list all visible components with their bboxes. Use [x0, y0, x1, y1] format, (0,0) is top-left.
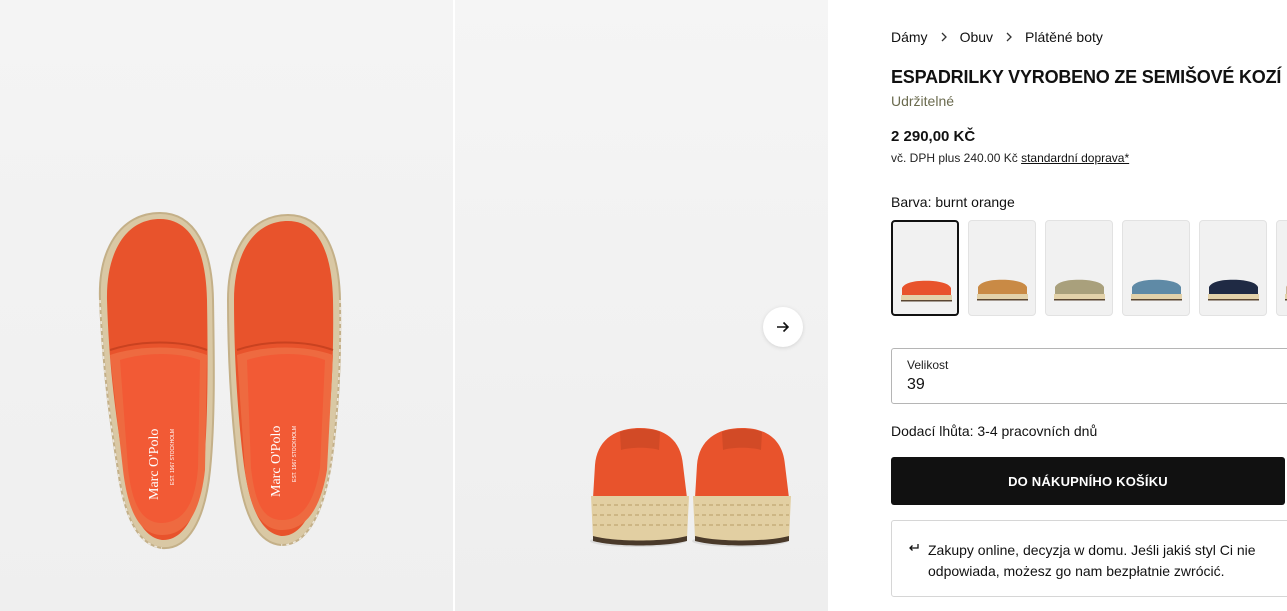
color-swatch-burnt-orange[interactable]	[891, 220, 959, 316]
breadcrumb: Dámy Obuv Plátěné boty	[891, 29, 1103, 45]
swatch-shoe-image	[1285, 285, 1287, 301]
returns-text: Zakupy online, decyzja w domu. Jeśli jak…	[928, 542, 1256, 579]
vat-text: vč. DPH plus 240.00 Kč	[891, 151, 1018, 165]
product-page: Marc O'Polo EST. 1967 STOCKHOLM Marc O'P…	[0, 0, 1287, 611]
chevron-right-icon	[928, 32, 960, 42]
swatch-shoe-image	[1208, 279, 1259, 301]
size-label: Velikost	[907, 358, 949, 372]
product-info: Dámy Obuv Plátěné boty ESPADRILKY VYROBE…	[891, 0, 1287, 611]
color-swatch-blue[interactable]	[1122, 220, 1190, 316]
breadcrumb-item-damy[interactable]: Dámy	[891, 29, 928, 45]
swatch-shoe-image	[977, 279, 1028, 301]
insole-brand-left: Marc O'Polo	[147, 429, 162, 500]
swatch-shoe-image	[1131, 279, 1182, 301]
return-arrow-icon	[908, 540, 928, 596]
breadcrumb-item-obuv[interactable]: Obuv	[960, 29, 993, 45]
color-swatches	[891, 220, 1287, 316]
breadcrumb-item-platene-boty[interactable]: Plátěné boty	[1025, 29, 1103, 45]
delivery-time: Dodací lhůta: 3-4 pracovních dnů	[891, 423, 1098, 439]
color-swatch-olive[interactable]	[1045, 220, 1113, 316]
insole-brand-right: Marc O'Polo	[269, 426, 284, 497]
product-gallery: Marc O'Polo EST. 1967 STOCKHOLM Marc O'P…	[0, 0, 828, 611]
color-label: Barva: burnt orange	[891, 194, 1015, 210]
returns-info: Zakupy online, decyzja w domu. Jeśli jak…	[891, 520, 1287, 597]
right-shoe: Marc O'Polo EST. 1967 STOCKHOLM	[226, 213, 342, 547]
insole-sub-right: EST. 1967 STOCKHOLM	[292, 426, 298, 482]
vat-note: vč. DPH plus 240.00 Kč standardní doprav…	[891, 151, 1129, 165]
insole-sub-left: EST. 1967 STOCKHOLM	[170, 429, 176, 485]
product-image-back-view	[455, 0, 828, 611]
product-image-top-view: Marc O'Polo EST. 1967 STOCKHOLM Marc O'P…	[0, 0, 453, 611]
chevron-right-icon	[993, 32, 1025, 42]
color-swatch-tan[interactable]	[968, 220, 1036, 316]
left-shoe: Marc O'Polo EST. 1967 STOCKHOLM	[98, 211, 215, 550]
size-select[interactable]: Velikost 39	[891, 348, 1287, 404]
shipping-link[interactable]: standardní doprava*	[1021, 151, 1129, 165]
size-value: 39	[907, 376, 925, 393]
arrow-right-icon	[777, 321, 790, 333]
swatch-shoe-image	[901, 280, 952, 302]
back-left-shoe	[590, 428, 689, 547]
next-image-button[interactable]	[763, 307, 803, 347]
product-price: 2 290,00 KČ	[891, 128, 976, 145]
back-right-shoe	[692, 428, 791, 547]
sustainability-tag: Udržitelné	[891, 93, 955, 109]
swatch-shoe-image	[1054, 279, 1105, 301]
product-title: ESPADRILKY VYROBENO ZE SEMIŠOVÉ KOZÍ KŮŽ…	[891, 67, 1287, 87]
add-to-cart-button[interactable]: DO NÁKUPNÍHO KOŠÍKU	[891, 457, 1285, 505]
color-swatch-navy[interactable]	[1199, 220, 1267, 316]
color-swatch-beige[interactable]	[1276, 220, 1287, 316]
